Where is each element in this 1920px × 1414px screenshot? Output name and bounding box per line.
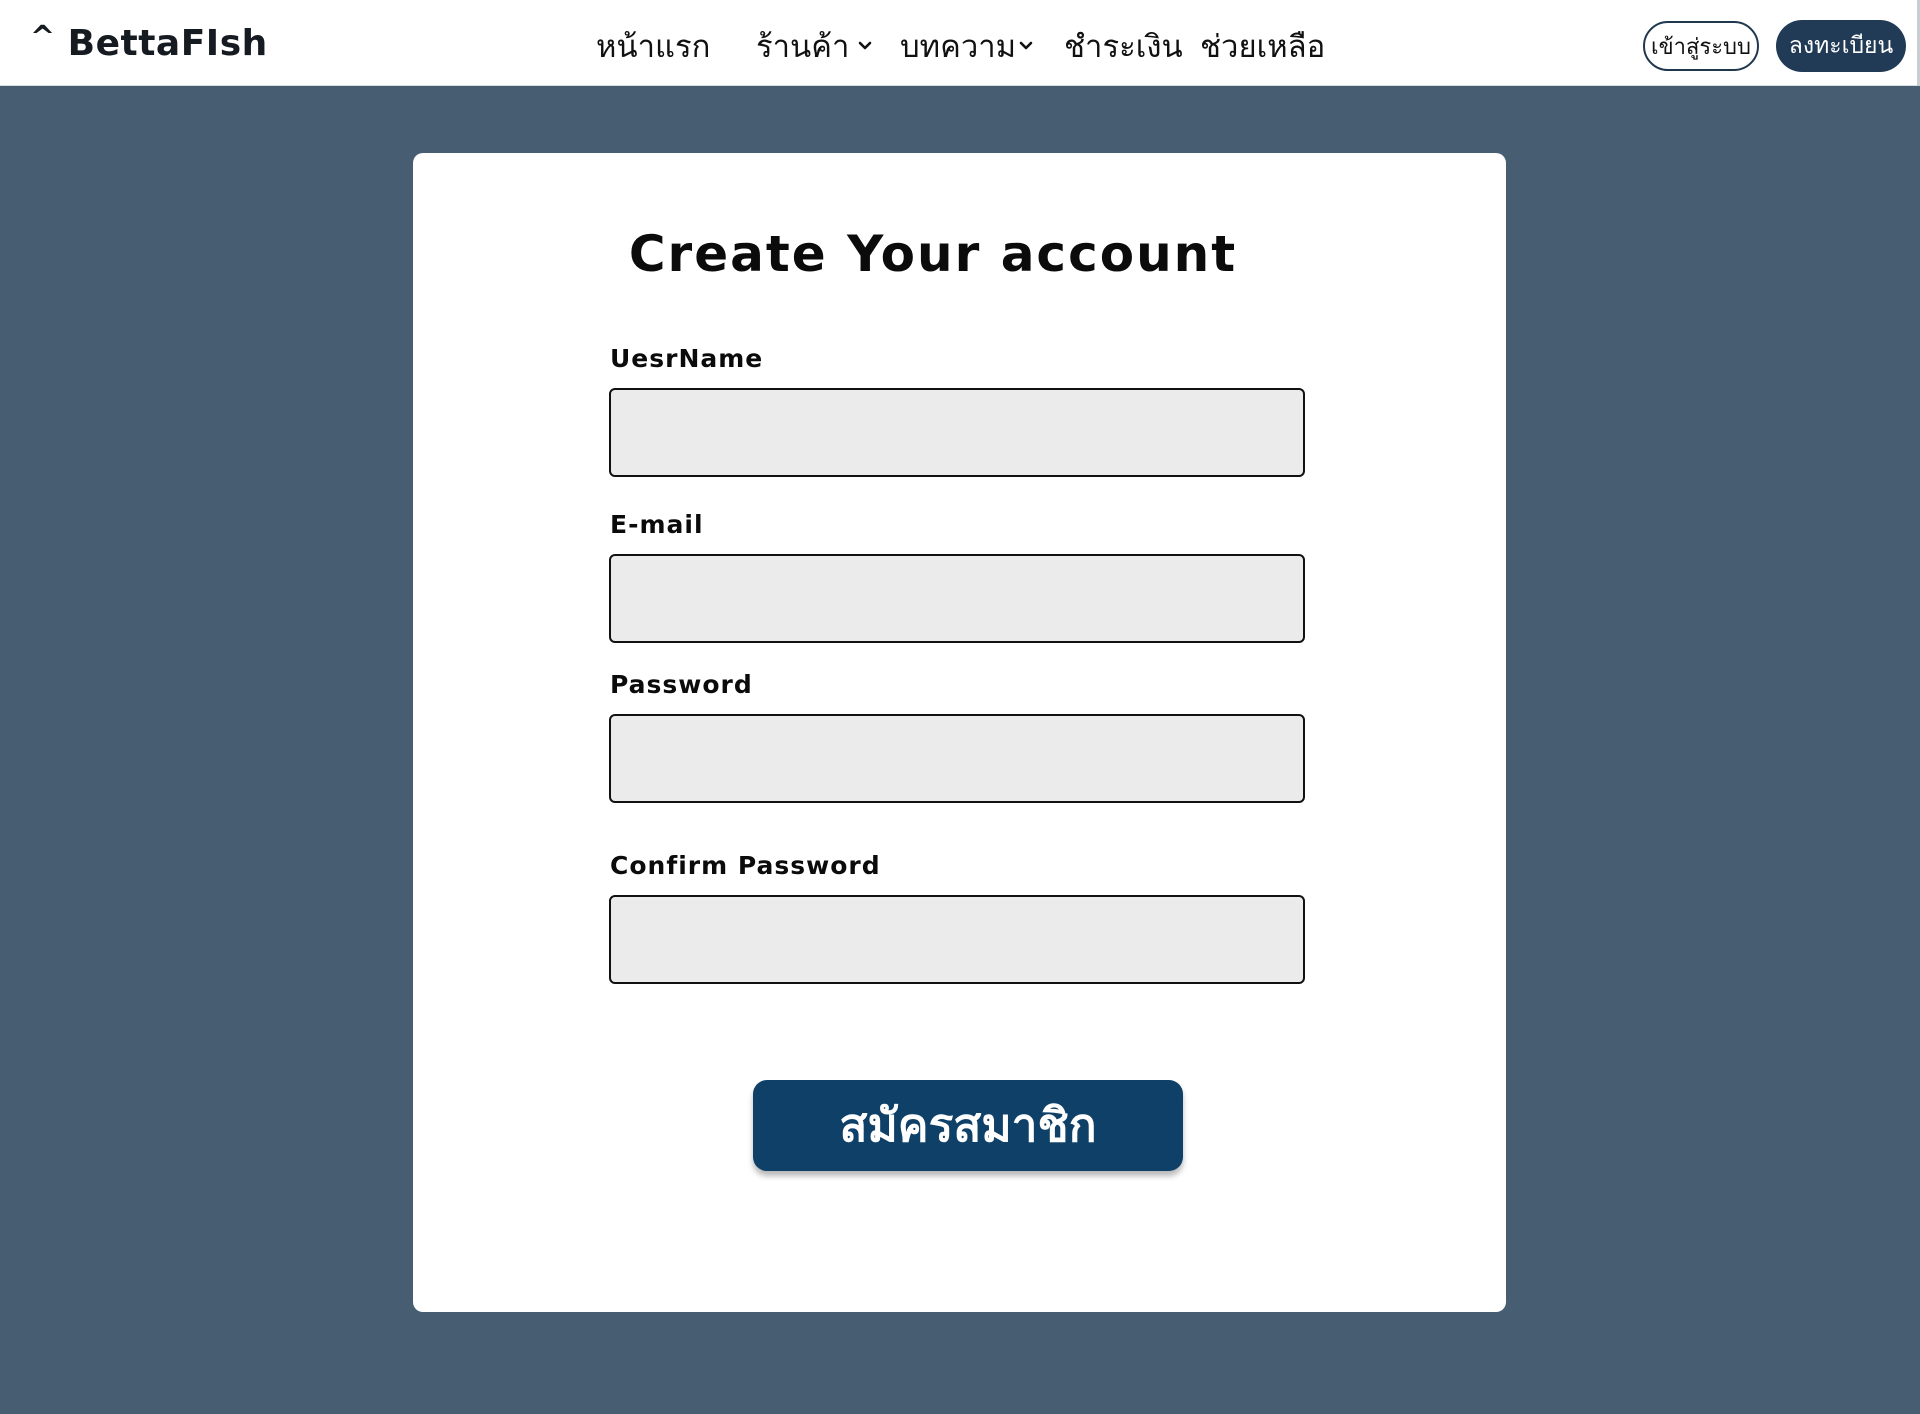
brand-logo[interactable]: ^ BettaFIsh [30,18,268,68]
register-button[interactable]: ลงทะเบียน [1776,20,1906,72]
password-label: Password [610,670,753,699]
nav-item-label: ร้านค้า [756,29,850,65]
page-title: Create Your account [628,225,1238,283]
email-label: E-mail [610,510,704,539]
nav-item-articles[interactable]: บทความ [900,22,1034,70]
confirm-password-input[interactable] [609,895,1305,984]
nav-item-label: ช่วยเหลือ [1200,29,1326,65]
nav-item-label: ชำระเงิน [1064,29,1183,65]
login-button[interactable]: เข้าสู่ระบบ [1643,21,1759,71]
nav-item-shop[interactable]: ร้านค้า [756,22,873,70]
confirm-password-label: Confirm Password [610,851,881,880]
chevron-down-icon [1019,41,1033,50]
nav-item-label: หน้าแรก [596,29,711,65]
username-label: UesrName [610,344,764,373]
nav-item-home[interactable]: หน้าแรก [596,22,710,70]
nav-item-payment[interactable]: ชำระเงิน [1064,22,1183,70]
nav-item-label: บทความ [900,29,1017,65]
username-input[interactable] [609,388,1305,477]
nav-item-help[interactable]: ช่วยเหลือ [1200,22,1325,70]
brand-caret-icon: ^ [30,19,56,55]
top-navbar: ^ BettaFIsh หน้าแรก ร้านค้า บทความ ชำระเ… [0,0,1920,86]
brand-name: BettaFIsh [67,22,268,64]
email-input[interactable] [609,554,1305,643]
signup-submit-button[interactable]: สมัครสมาชิก [753,1080,1183,1171]
password-input[interactable] [609,714,1305,803]
chevron-down-icon [859,41,872,50]
